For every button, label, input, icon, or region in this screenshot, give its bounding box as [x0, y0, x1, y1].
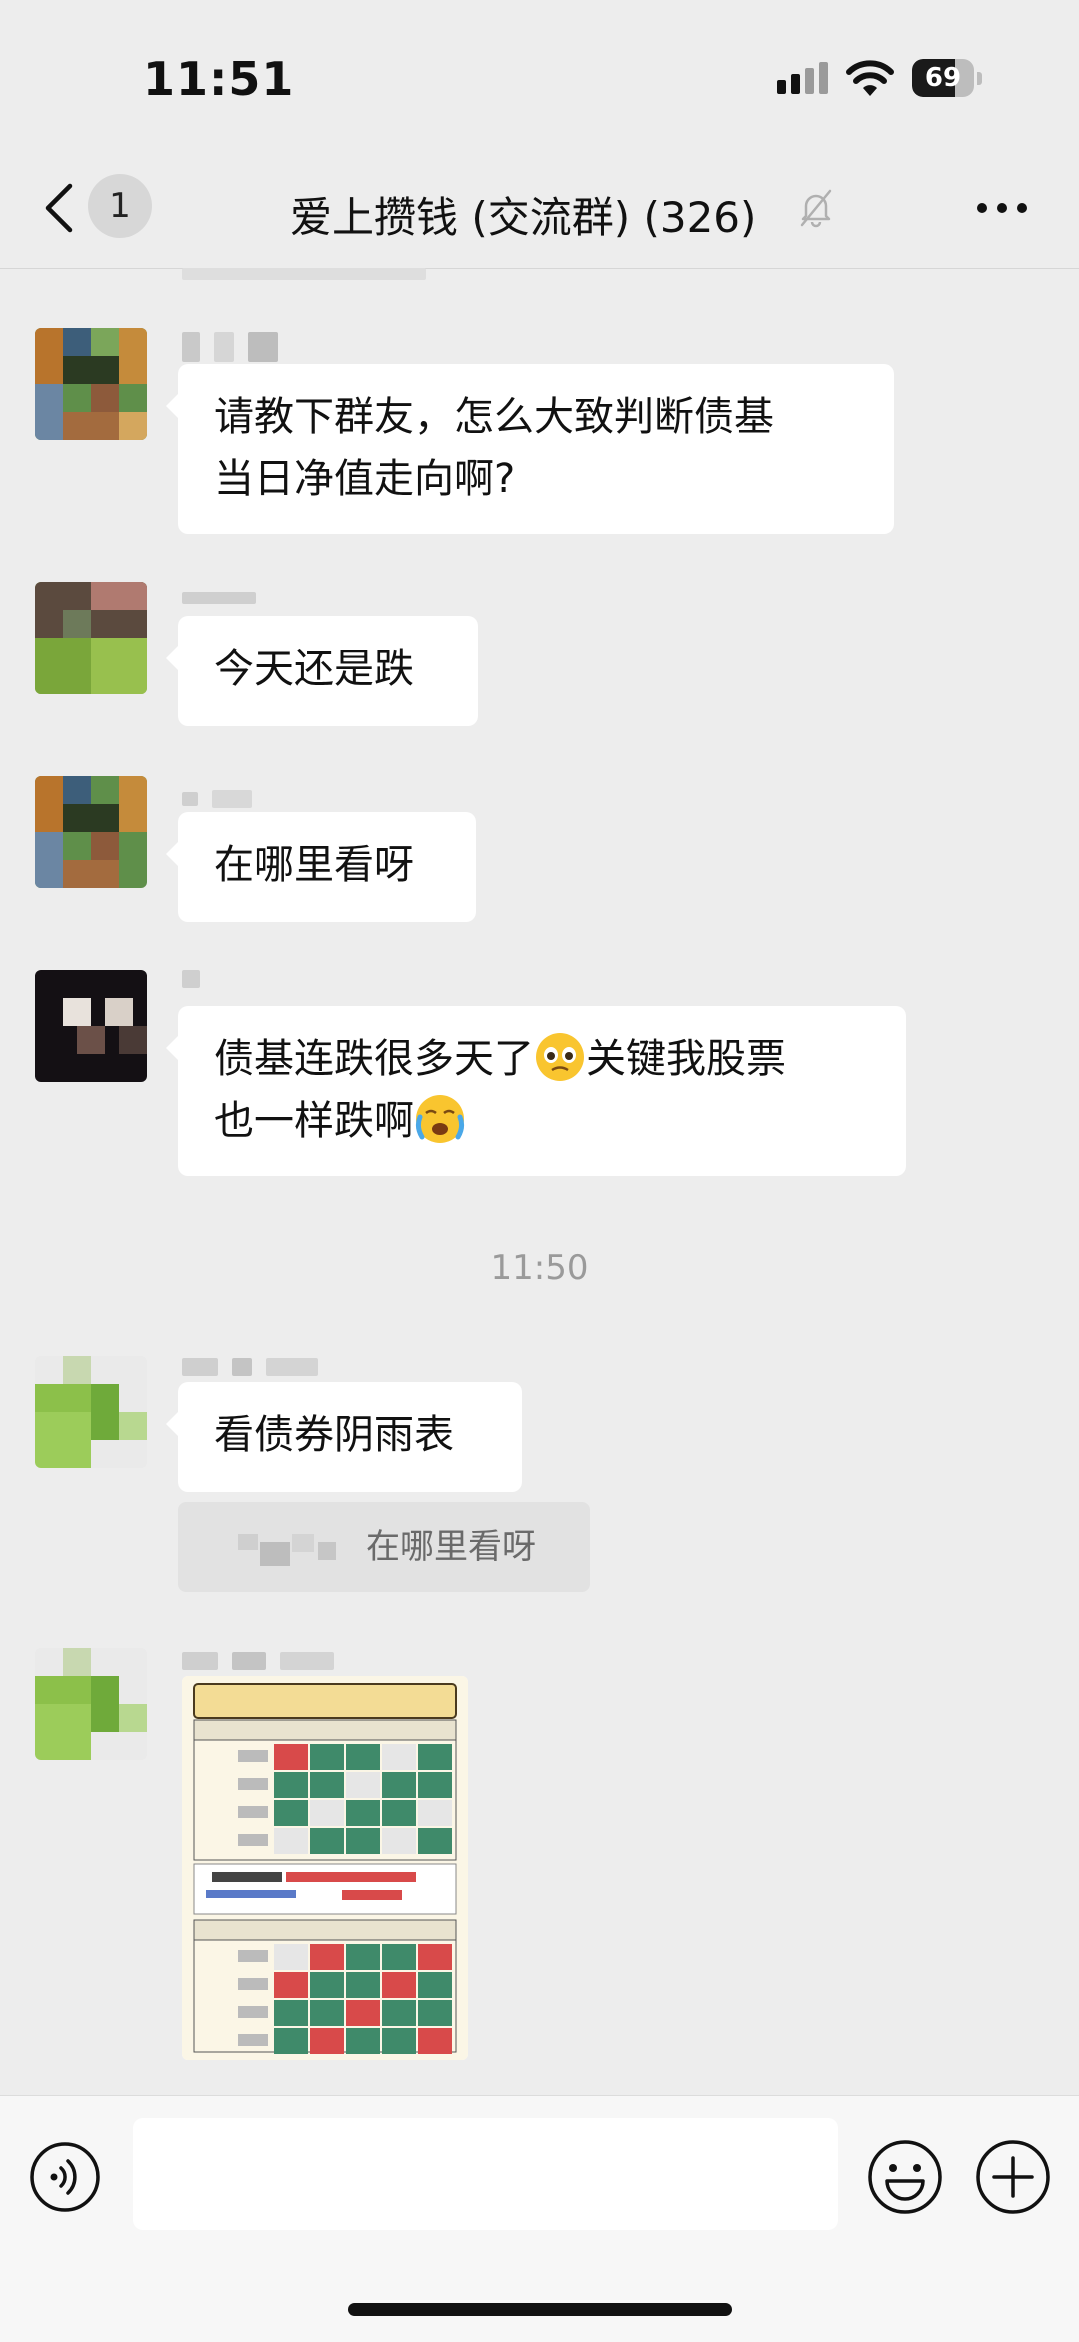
image-table-cell	[274, 1972, 308, 1998]
previous-message-edge	[182, 268, 426, 280]
image-table-cell	[274, 2028, 308, 2054]
back-chevron-icon[interactable]	[40, 180, 80, 236]
image-table-cell	[346, 1744, 380, 1770]
image-table-cell	[382, 1972, 416, 1998]
image-table-cell	[418, 1828, 452, 1854]
message-bubble[interactable]: 在哪里看呀	[166, 812, 476, 922]
message-text-line: 今天还是跌	[214, 646, 414, 692]
image-table-cell	[274, 2000, 308, 2026]
message-bubble[interactable]: 看债券阴雨表	[166, 1382, 522, 1492]
status-bar: 11:51 69	[0, 0, 1079, 150]
cellular-signal-icon	[777, 62, 828, 94]
quoted-sender-name	[238, 1534, 336, 1566]
avatar[interactable]	[35, 776, 147, 888]
image-table-cell	[418, 1944, 452, 1970]
sender-name	[182, 586, 270, 620]
image-table-cell	[382, 2028, 416, 2054]
image-table-cell	[310, 1800, 344, 1826]
bond-weather-table-image	[182, 1676, 468, 2060]
image-table-cell	[346, 1944, 380, 1970]
message-text-line: 请教下群友，怎么大致判断债基	[214, 394, 774, 440]
battery-percent: 69	[924, 63, 962, 93]
image-table-cell	[418, 1772, 452, 1798]
chat-title: 爱上攒钱 (交流群) (326)	[290, 193, 757, 242]
image-table-cell	[274, 1800, 308, 1826]
voice-input-icon[interactable]	[28, 2140, 102, 2214]
message-text-line: 看债券阴雨表	[214, 1412, 454, 1458]
crying-face-emoji	[415, 1095, 465, 1143]
chat-header: 1 爱上攒钱 (交流群) (326)	[0, 150, 1079, 269]
image-table-cell	[382, 1944, 416, 1970]
quoted-message[interactable]: 在哪里看呀	[178, 1502, 590, 1592]
more-actions-plus-icon[interactable]	[974, 2138, 1052, 2216]
image-table-cell	[346, 1800, 380, 1826]
image-table-cell	[274, 1828, 308, 1854]
image-table-cell	[382, 1772, 416, 1798]
image-table-row-label	[238, 1834, 268, 1846]
image-table-cell	[310, 1744, 344, 1770]
message-bubble[interactable]: 债基连跌很多天了 关键我股票 也一样跌啊	[166, 1006, 906, 1176]
image-table-cell	[382, 1828, 416, 1854]
image-table-cell	[346, 1972, 380, 1998]
home-indicator[interactable]	[348, 2303, 732, 2316]
sender-name	[182, 1352, 332, 1386]
sender-name	[182, 970, 214, 1004]
time-divider: 11:50	[490, 1248, 589, 1288]
more-options-icon[interactable]	[972, 190, 1032, 226]
quoted-text: 在哪里看呀	[366, 1527, 536, 1567]
image-table-cell	[382, 1800, 416, 1826]
image-table-cell	[310, 1972, 344, 1998]
image-table-cell	[310, 1772, 344, 1798]
message-input[interactable]	[133, 2118, 838, 2230]
avatar[interactable]	[35, 1356, 147, 1468]
image-table-cell	[418, 2028, 452, 2054]
avatar[interactable]	[35, 970, 147, 1082]
image-table-cell	[310, 1944, 344, 1970]
image-table-row-label	[238, 1950, 268, 1962]
avatar[interactable]	[35, 328, 147, 440]
image-table-row-label	[238, 1806, 268, 1818]
muted-bell-icon	[800, 189, 832, 228]
sender-name	[182, 1646, 348, 1680]
image-message[interactable]	[182, 1676, 468, 2060]
message-text: 关键我股票	[586, 1036, 786, 1082]
unread-count-badge[interactable]: 1	[88, 174, 152, 238]
image-table-cell	[346, 1772, 380, 1798]
image-table-cell	[418, 1972, 452, 1998]
battery-indicator: 69	[912, 59, 984, 99]
image-table-cell	[418, 2000, 452, 2026]
image-table-cell	[382, 1744, 416, 1770]
wifi-icon	[846, 60, 894, 96]
image-table-row-label	[238, 1750, 268, 1762]
message-text: 也一样跌啊	[214, 1098, 414, 1144]
message-text-line: 在哪里看呀	[214, 842, 414, 888]
image-table-cell	[382, 2000, 416, 2026]
image-table-cell	[310, 2028, 344, 2054]
message-text-line: 当日净值走向啊?	[214, 456, 516, 502]
image-table-row-label	[238, 1978, 268, 1990]
image-table-cell	[418, 1800, 452, 1826]
image-table-cell	[346, 2028, 380, 2054]
message-bubble[interactable]: 请教下群友，怎么大致判断债基 当日净值走向啊?	[166, 364, 894, 534]
pleading-face-emoji	[536, 1033, 584, 1081]
image-table-cell	[274, 1944, 308, 1970]
image-table-cell	[310, 2000, 344, 2026]
image-table-row-label	[238, 2006, 268, 2018]
message-text: 债基连跌很多天了	[214, 1036, 534, 1082]
image-table-cell	[310, 1828, 344, 1854]
avatar[interactable]	[35, 582, 147, 694]
image-table-row-label	[238, 1778, 268, 1790]
image-table-cell	[346, 2000, 380, 2026]
status-time: 11:51	[143, 52, 295, 106]
emoji-picker-icon[interactable]	[866, 2138, 944, 2216]
image-table-cell	[346, 1828, 380, 1854]
message-bubble[interactable]: 今天还是跌	[166, 616, 478, 726]
image-table-cell	[274, 1772, 308, 1798]
image-table-cell	[274, 1744, 308, 1770]
sender-name	[182, 332, 292, 366]
avatar[interactable]	[35, 1648, 147, 1760]
image-table-cell	[418, 1744, 452, 1770]
image-table-row-label	[238, 2034, 268, 2046]
